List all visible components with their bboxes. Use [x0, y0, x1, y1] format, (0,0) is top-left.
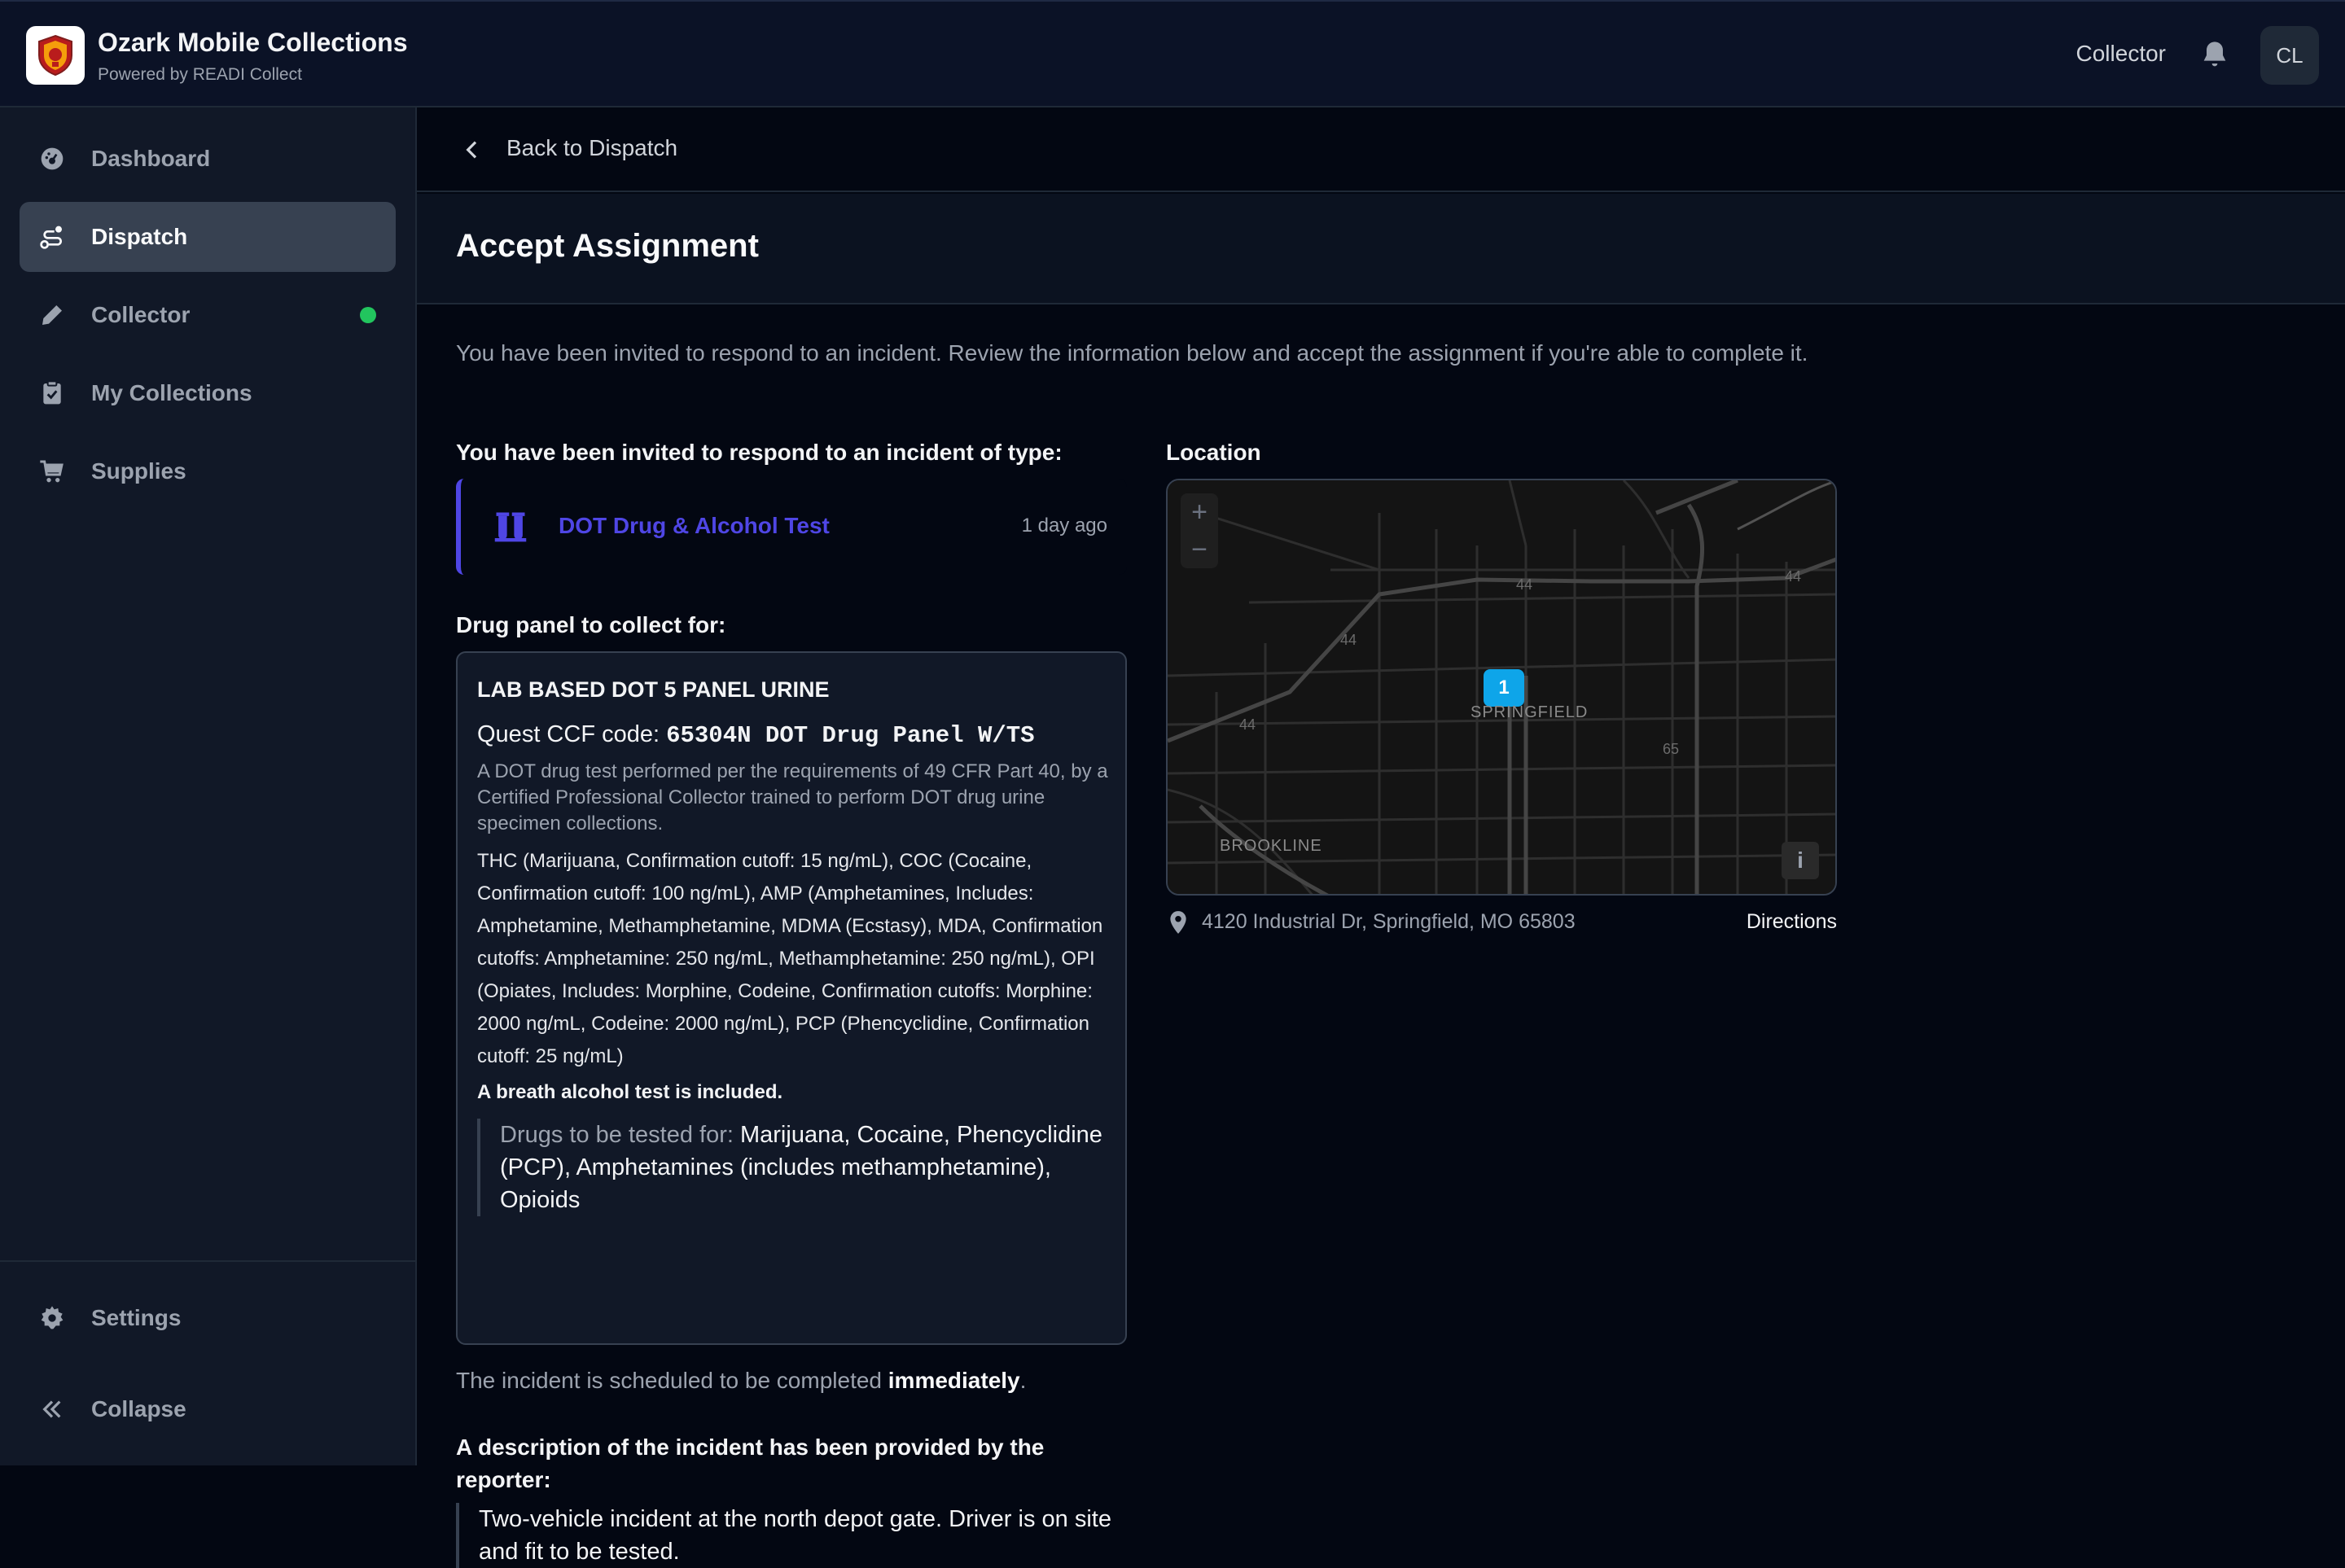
sidebar-divider	[0, 1260, 415, 1262]
collapse-button[interactable]: Collapse	[20, 1374, 396, 1444]
top-header: Ozark Mobile Collections Powered by READ…	[0, 0, 2345, 107]
map-route-label: 44	[1340, 632, 1357, 648]
panel-code-row: Quest CCF code: 65304N DOT Drug Panel W/…	[477, 721, 1035, 749]
sidebar-item-dashboard[interactable]: Dashboard	[20, 124, 396, 194]
avatar[interactable]: CL	[2260, 26, 2319, 85]
map-zoom-in-button[interactable]: +	[1181, 493, 1218, 531]
schedule-value: immediately	[888, 1368, 1020, 1393]
schedule-suffix: .	[1019, 1368, 1027, 1393]
directions-link[interactable]: Directions	[1747, 910, 1837, 934]
bell-icon[interactable]	[2198, 39, 2231, 72]
pen-icon	[42, 305, 62, 325]
dispatch-icon	[40, 226, 62, 249]
app-subtitle: Powered by READI Collect	[98, 65, 302, 84]
chevron-left-icon[interactable]	[459, 137, 485, 163]
map-route-label: 65	[1663, 741, 1680, 757]
sidebar-item-label: Dashboard	[91, 146, 211, 171]
drug-panel-heading: Drug panel to collect for:	[456, 612, 726, 637]
sidebar-item-label: Collector	[91, 302, 191, 327]
map-route-label: 44	[1239, 716, 1256, 733]
panel-drugs-detail: THC (Marijuana, Confirmation cutoff: 15 …	[477, 850, 1103, 1067]
panel-description: A DOT drug test performed per the requir…	[477, 760, 1108, 834]
role-label[interactable]: Collector	[2076, 41, 2166, 67]
app-logo[interactable]	[26, 26, 85, 85]
cart-icon	[40, 460, 64, 483]
title-bar: Accept Assignment	[417, 194, 2345, 304]
back-to-dispatch-link[interactable]: Back to Dispatch	[506, 135, 677, 161]
map-route-label: 44	[1785, 568, 1802, 585]
map-zoom-out-button[interactable]: −	[1181, 531, 1218, 568]
description-quote: Two-vehicle incident at the north depot …	[456, 1503, 1132, 1568]
main-content: Back to Dispatch Accept Assignment You h…	[417, 107, 2345, 1568]
schedule-prefix: The incident is scheduled to be complete…	[456, 1368, 888, 1393]
status-dot	[360, 307, 376, 323]
page-title: Accept Assignment	[456, 228, 759, 264]
map-area-label: BROOKLINE	[1220, 837, 1322, 855]
address-row: 4120 Industrial Dr, Springfield, MO 6580…	[1166, 907, 1837, 939]
double-chevron-left-icon	[42, 1400, 61, 1418]
drug-panel-card: LAB BASED DOT 5 PANEL URINE Quest CCF co…	[456, 651, 1127, 1345]
back-bar: Back to Dispatch	[417, 107, 2345, 192]
incident-type-heading: You have been invited to respond to an i…	[456, 440, 1063, 465]
location-heading: Location	[1166, 440, 1261, 465]
sidebar: Dashboard Dispatch Collector My Collecti…	[0, 107, 417, 1465]
settings-label: Settings	[91, 1305, 182, 1330]
tested-for-label: Drugs to be tested for:	[500, 1122, 740, 1148]
location-map[interactable]: + − 44 44 44 44 65 1 SPRINGFIELD BROOKLI…	[1166, 479, 1837, 896]
shield-logo-icon	[38, 34, 72, 77]
sidebar-item-dispatch[interactable]: Dispatch	[20, 202, 396, 272]
intro-text: You have been invited to respond to an i…	[456, 340, 1808, 366]
incident-time-ago: 1 day ago	[1021, 515, 1107, 537]
sidebar-item-label: My Collections	[91, 380, 252, 405]
sidebar-item-settings[interactable]: Settings	[20, 1283, 396, 1353]
map-zoom-controls: + −	[1181, 493, 1218, 568]
location-pin-icon	[1170, 911, 1186, 934]
map-city-label: SPRINGFIELD	[1471, 703, 1589, 721]
map-route-label: 44	[1516, 576, 1533, 593]
app-title: Ozark Mobile Collections	[98, 28, 408, 57]
gear-icon	[41, 1306, 64, 1329]
panel-code-value: 65304N DOT Drug Panel W/TS	[666, 722, 1035, 749]
incident-type-card[interactable]: DOT Drug & Alcohol Test 1 day ago	[456, 479, 1127, 575]
flask-icon	[494, 512, 527, 542]
map-info-button[interactable]: i	[1782, 842, 1819, 879]
tested-for-quote: Drugs to be tested for: Marijuana, Cocai…	[477, 1119, 1112, 1216]
address-text: 4120 Industrial Dr, Springfield, MO 6580…	[1202, 910, 1576, 933]
sidebar-item-collector[interactable]: Collector	[20, 280, 396, 350]
breath-alcohol-note: A breath alcohol test is included.	[477, 1081, 783, 1103]
panel-code-label: Quest CCF code:	[477, 721, 667, 747]
sidebar-item-label: Dispatch	[91, 224, 188, 249]
panel-name: LAB BASED DOT 5 PANEL URINE	[477, 677, 830, 702]
incident-type-name[interactable]: DOT Drug & Alcohol Test	[559, 513, 830, 539]
dashboard-icon	[41, 147, 64, 170]
description-heading: A description of the incident has been p…	[456, 1434, 1045, 1492]
collapse-label: Collapse	[91, 1396, 186, 1421]
map-marker[interactable]: 1	[1484, 669, 1524, 707]
sidebar-item-my-collections[interactable]: My Collections	[20, 358, 396, 428]
sidebar-item-supplies[interactable]: Supplies	[20, 436, 396, 506]
clipboard-check-icon	[43, 380, 61, 405]
sidebar-item-label: Supplies	[91, 458, 186, 484]
schedule-text: The incident is scheduled to be complete…	[456, 1368, 1026, 1394]
